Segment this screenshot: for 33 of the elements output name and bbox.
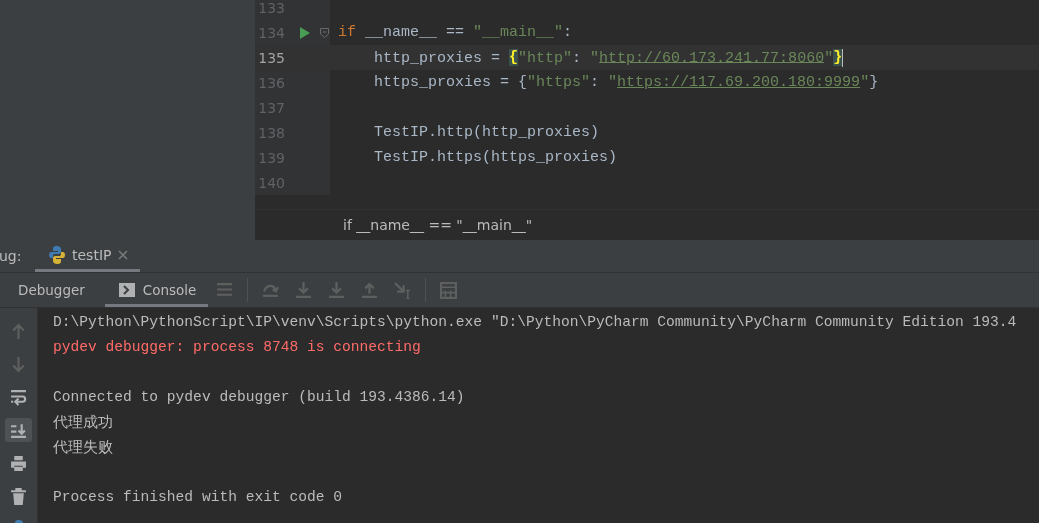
step-out-icon[interactable] xyxy=(361,281,379,299)
calculator-icon[interactable] xyxy=(440,281,458,299)
console-icon xyxy=(118,283,135,297)
up-arrow-icon[interactable] xyxy=(10,322,27,340)
step-into-icon[interactable] xyxy=(328,281,346,299)
panel-tab[interactable]: Debugger xyxy=(0,273,105,307)
console-line: 代理失败 xyxy=(53,437,114,458)
code-line: TestIP.http(http_proxies) xyxy=(373,124,600,141)
code-line: https_proxies = {"https": "https://117.69.200.180:9999"} xyxy=(373,74,879,91)
console-line: Connected to pydev debugger (build 193.4386.14) xyxy=(53,388,466,407)
line-number: 135 xyxy=(257,49,285,66)
trash-icon[interactable] xyxy=(10,487,27,505)
close-icon[interactable] xyxy=(118,249,129,260)
fold-icon[interactable] xyxy=(320,27,329,38)
run-to-cursor-icon[interactable] xyxy=(394,281,412,299)
console-line: Process finished with exit code 0 xyxy=(53,488,343,507)
step-into-icon[interactable] xyxy=(295,281,313,299)
print-icon[interactable] xyxy=(10,454,27,472)
soft-wrap-icon[interactable] xyxy=(10,388,27,406)
menu-icon[interactable] xyxy=(216,281,234,299)
python-icon xyxy=(49,244,65,265)
panel-tab[interactable]: Console xyxy=(104,273,209,307)
breadcrumb[interactable]: if __name__ == "__main__" xyxy=(343,217,533,234)
panel-label: ug: xyxy=(0,247,23,266)
down-arrow-icon[interactable] xyxy=(10,355,27,373)
code-line: if __name__ == "__main__": xyxy=(337,24,573,41)
error-line: pydev debugger: process 8748 is connecting xyxy=(53,338,422,357)
scroll-to-end-icon[interactable] xyxy=(10,421,27,439)
code-line: TestIP.https(https_proxies) xyxy=(373,149,618,166)
console-line: 代理成功 xyxy=(53,412,114,433)
text-caret xyxy=(842,48,844,67)
console-line: D:\Python\PythonScript\IP\venv\Scripts\python.exe "D:\Python\PyCharm Community\PyCharm Community Edition 193.4 xyxy=(53,313,1017,332)
run-icon[interactable] xyxy=(300,26,310,39)
